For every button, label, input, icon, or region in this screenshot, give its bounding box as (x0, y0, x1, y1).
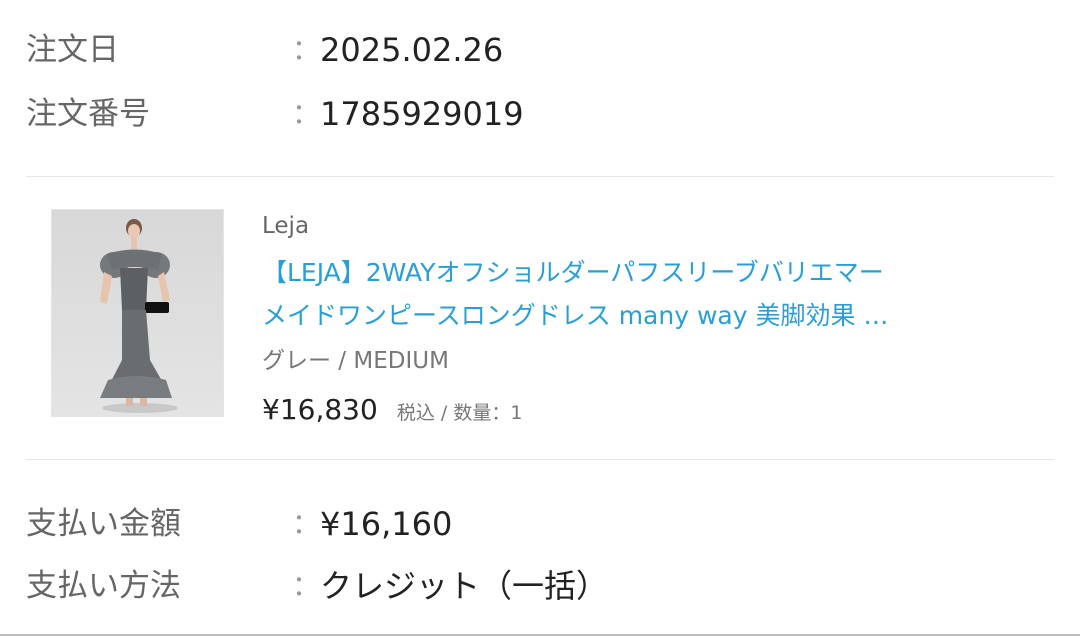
product-price-meta: 税込 / 数量：1 (396, 402, 523, 424)
order-date-value: 2025.02.26 (320, 31, 504, 69)
payment-method-label: 支払い方法 (26, 568, 181, 604)
payment-method-value: クレジット（一括） (320, 567, 609, 605)
product-price-line: ¥16,830 税込 / 数量：1 (262, 390, 522, 434)
order-number-colon: ： (292, 97, 321, 130)
product-title-link[interactable]: 【LEJA】2WAYオフショルダーパフスリーブバリエマー メイドワンピースロング… (262, 251, 1022, 337)
payment-amount-row: 支払い金額 ： ¥16,160 (0, 499, 1080, 549)
order-number-label: 注文番号 (26, 96, 150, 132)
section-divider-top (26, 176, 1054, 177)
payment-method-colon: ： (292, 569, 321, 602)
payment-method-row: 支払い方法 ： クレジット（一括） (0, 561, 1080, 611)
product-brand: Leja (262, 213, 310, 239)
payment-amount-colon: ： (292, 507, 321, 540)
order-date-row: 注文日 ： 2025.02.26 (0, 25, 1080, 75)
payment-amount-value: ¥16,160 (320, 505, 453, 543)
order-number-value: 1785929019 (320, 95, 524, 133)
product-image[interactable] (51, 209, 224, 417)
order-date-colon: ： (292, 33, 321, 66)
product-variant: グレー / MEDIUM (262, 348, 449, 374)
payment-amount-label: 支払い金額 (26, 506, 181, 542)
dress-photo-icon (52, 210, 223, 416)
product-title-line-1: 【LEJA】2WAYオフショルダーパフスリーブバリエマー (262, 258, 884, 287)
order-date-label: 注文日 (26, 32, 119, 68)
order-number-row: 注文番号 ： 1785929019 (0, 89, 1080, 139)
product-price: ¥16,830 (262, 393, 378, 426)
order-detail-page: 注文日 ： 2025.02.26 注文番号 ： 1785929019 Leja … (0, 0, 1080, 636)
section-divider-bottom (26, 459, 1054, 460)
product-title-line-2: メイドワンピースロングドレス many way 美脚効果 … (262, 301, 889, 330)
